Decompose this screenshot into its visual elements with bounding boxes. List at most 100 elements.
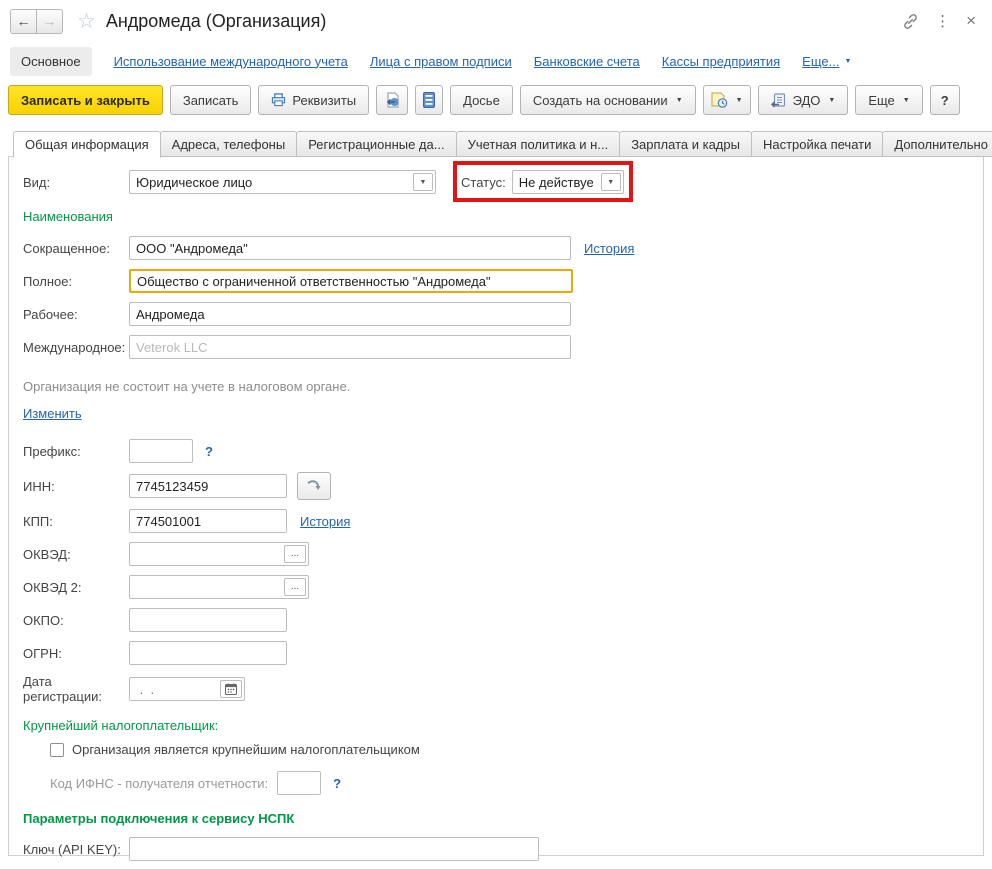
working-name-label: Рабочее: (23, 307, 129, 322)
okved-input[interactable] (130, 543, 282, 565)
ellipsis-icon: ... (291, 584, 299, 590)
okved2-input[interactable] (130, 576, 282, 598)
create-based-on-button[interactable]: Создать на основании ▼ (520, 85, 696, 115)
nspk-section-header: Параметры подключения к сервису НСПК (23, 811, 969, 826)
help-label: ? (941, 93, 949, 108)
nav-item-signing-persons[interactable]: Лица с правом подписи (370, 54, 512, 69)
nav-more-label: Еще... (802, 54, 839, 69)
ogrn-input[interactable] (129, 641, 287, 665)
chevron-down-icon: ▼ (828, 97, 835, 104)
inn-input[interactable] (129, 474, 287, 498)
change-tax-registration-link[interactable]: Изменить (23, 406, 82, 421)
chevron-down-icon: ▼ (844, 58, 851, 65)
document-clock-icon (711, 92, 728, 108)
tab-container: Общая информация Адреса, телефоны Регист… (0, 120, 992, 856)
dossier-label: Досье (463, 93, 500, 108)
fill-by-inn-button[interactable] (297, 472, 331, 500)
calendar-button[interactable] (220, 680, 242, 698)
full-name-input[interactable] (129, 269, 573, 293)
registration-date-input[interactable] (130, 678, 218, 700)
status-input[interactable] (513, 171, 599, 193)
dossier-button[interactable]: Досье (450, 85, 513, 115)
chevron-down-icon: ▼ (736, 97, 743, 104)
forward-button[interactable]: → (36, 9, 63, 34)
list-icon (423, 92, 435, 108)
help-button[interactable]: ? (930, 85, 960, 115)
chevron-down-icon: ▼ (607, 179, 614, 186)
scheduled-doc-button[interactable]: ▼ (703, 85, 751, 115)
register-records-button[interactable] (415, 85, 443, 115)
api-key-input[interactable] (129, 837, 539, 861)
save-label: Записать (183, 93, 239, 108)
largest-taxpayer-checkbox[interactable] (50, 743, 64, 757)
favorite-star-icon[interactable]: ☆ (77, 9, 96, 34)
calendar-icon (225, 683, 237, 695)
tab-addresses[interactable]: Адреса, телефоны (160, 131, 298, 157)
status-group: Статус: ▼ (461, 170, 624, 194)
full-name-label: Полное: (23, 274, 129, 289)
save-button[interactable]: Записать (170, 85, 252, 115)
back-button[interactable]: ← (10, 9, 37, 34)
kpp-history-link[interactable]: История (300, 514, 350, 529)
kpp-label: КПП: (23, 514, 129, 529)
okved-field: ... (129, 542, 309, 566)
more-label: Еще (868, 93, 894, 108)
international-name-input[interactable] (129, 335, 571, 359)
more-button[interactable]: Еще ▼ (855, 85, 922, 115)
kpp-input[interactable] (129, 509, 287, 533)
registration-date-label: Дата регистрации: (23, 674, 129, 704)
tab-general-info[interactable]: Общая информация (13, 131, 161, 158)
short-name-history-link[interactable]: История (584, 241, 634, 256)
okpo-input[interactable] (129, 608, 287, 632)
status-dropdown-button[interactable]: ▼ (601, 173, 621, 191)
ifns-code-help-icon[interactable]: ? (333, 776, 341, 791)
tab-print-settings[interactable]: Настройка печати (751, 131, 883, 157)
okpo-label: ОКПО: (23, 613, 129, 628)
working-name-input[interactable] (129, 302, 571, 326)
kind-dropdown-button[interactable]: ▼ (413, 173, 433, 191)
edo-button[interactable]: ЭДО ▼ (758, 85, 849, 115)
prefix-input[interactable] (129, 439, 193, 463)
nav-item-cash-desks[interactable]: Кассы предприятия (662, 54, 780, 69)
kind-input[interactable] (130, 171, 411, 193)
close-icon[interactable]: × (966, 11, 976, 31)
edo-exchange-icon (771, 93, 787, 108)
requisites-label: Реквизиты (292, 93, 356, 108)
nav-more-menu[interactable]: Еще... ▼ (802, 54, 851, 69)
tab-additional[interactable]: Дополнительно (882, 131, 992, 157)
page-title: Андромеда (Организация) (106, 11, 327, 32)
get-link-icon[interactable] (902, 13, 919, 30)
prefix-help-icon[interactable]: ? (205, 444, 213, 459)
okved2-field: ... (129, 575, 309, 599)
short-name-input[interactable] (129, 236, 571, 260)
more-menu-icon[interactable]: ⋮ (935, 12, 950, 30)
okved-choose-button[interactable]: ... (284, 545, 306, 563)
okved2-choose-button[interactable]: ... (284, 578, 306, 596)
short-name-label: Сокращенное: (23, 241, 129, 256)
save-and-close-button[interactable]: Записать и закрыть (8, 85, 163, 115)
nav-item-main[interactable]: Основное (10, 47, 92, 76)
edo-label: ЭДО (793, 93, 821, 108)
inn-label: ИНН: (23, 479, 129, 494)
chevron-down-icon: ▼ (420, 179, 427, 186)
largest-taxpayer-header: Крупнейший налогоплательщик: (23, 718, 969, 733)
forward-arrow-icon: → (43, 13, 57, 29)
kind-combobox: ▼ (129, 170, 436, 194)
ifns-code-input[interactable] (277, 771, 321, 795)
nav-item-international-accounting[interactable]: Использование международного учета (114, 54, 348, 69)
api-key-label: Ключ (API KEY): (23, 842, 129, 857)
ifns-code-label: Код ИФНС - получателя отчетности: (50, 776, 268, 791)
requisites-button[interactable]: Реквизиты (258, 85, 369, 115)
kind-label: Вид: (23, 175, 129, 190)
printer-icon (271, 93, 286, 107)
section-nav: Основное Использование международного уч… (0, 42, 992, 80)
prefix-label: Префикс: (23, 444, 129, 459)
tax-registration-note: Организация не состоит на учете в налого… (23, 379, 969, 394)
create-based-on-label: Создать на основании (533, 93, 668, 108)
tab-accounting-policy[interactable]: Учетная политика и н... (456, 131, 621, 157)
nav-item-bank-accounts[interactable]: Банковские счета (534, 54, 640, 69)
tab-registration-data[interactable]: Регистрационные да... (296, 131, 456, 157)
largest-taxpayer-checkbox-label[interactable]: Организация является крупнейшим налогопл… (72, 742, 420, 757)
tab-payroll-hr[interactable]: Зарплата и кадры (619, 131, 752, 157)
load-file-button[interactable] (376, 85, 408, 115)
